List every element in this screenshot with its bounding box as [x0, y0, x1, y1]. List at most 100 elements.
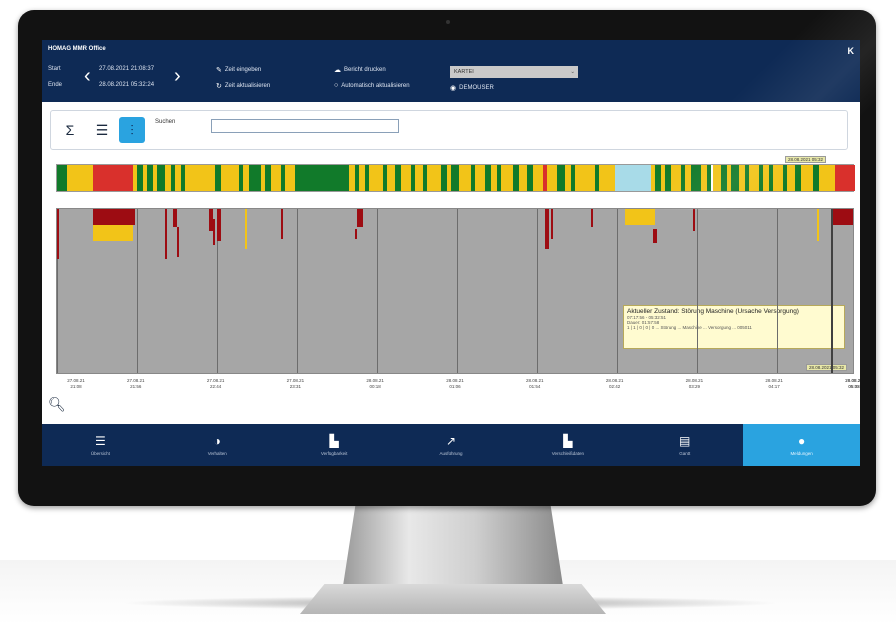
status-segment[interactable] — [157, 165, 165, 191]
status-segment[interactable] — [387, 165, 395, 191]
event-marker[interactable] — [355, 229, 357, 239]
event-marker[interactable] — [693, 209, 695, 231]
event-marker[interactable] — [625, 209, 655, 225]
status-segment[interactable] — [401, 165, 411, 191]
list-view-icon[interactable]: ☰ — [89, 117, 115, 143]
x-tick-label: 28.08.21 01:06 — [446, 378, 464, 389]
sum-icon[interactable]: Σ — [57, 117, 83, 143]
previous-period-icon[interactable]: ‹ — [84, 66, 91, 86]
status-segment[interactable] — [615, 165, 651, 191]
event-marker[interactable] — [551, 209, 553, 239]
toolbar: Σ ☰ ⫶ Suchen — [50, 110, 848, 150]
event-marker[interactable] — [57, 209, 59, 259]
print-report-button[interactable]: ☁ Bericht drucken — [334, 66, 386, 74]
nav-item-verhalten[interactable]: ◑ Verhalten — [159, 424, 276, 466]
gantt-icon: ▤ — [679, 434, 691, 448]
status-segment[interactable] — [459, 165, 471, 191]
event-marker[interactable] — [93, 209, 135, 225]
status-segment[interactable] — [67, 165, 93, 191]
nav-item-label: Verschleißdaten — [551, 451, 584, 456]
event-marker[interactable] — [217, 209, 221, 241]
x-tick-label: 28.08.21 00:18 — [366, 378, 384, 389]
nav-item-gantt[interactable]: ▤ Gantt — [626, 424, 743, 466]
radio-icon: ○ — [334, 82, 339, 89]
status-segment[interactable] — [501, 165, 513, 191]
nav-item-ausführung[interactable]: ↗ Ausführung — [393, 424, 510, 466]
nav-item-meldungen[interactable]: ● Meldungen — [743, 424, 860, 466]
status-segment[interactable] — [749, 165, 759, 191]
status-segment[interactable] — [671, 165, 681, 191]
bottom-nav: ☰ Übersicht ◑ Verhalten ▙ Verfügbarkeit ↗ Ausfü… — [42, 424, 860, 466]
nav-item-verschleißdaten[interactable]: ▙ Verschleißdaten — [509, 424, 626, 466]
event-marker[interactable] — [165, 209, 167, 259]
status-segment[interactable] — [713, 165, 721, 191]
print-report-label: Bericht drucken — [344, 67, 386, 73]
event-marker[interactable] — [245, 209, 247, 249]
status-segment[interactable] — [519, 165, 527, 191]
event-marker[interactable] — [177, 227, 179, 257]
event-marker[interactable] — [653, 229, 657, 243]
event-marker[interactable] — [213, 219, 215, 245]
nav-item-verfügbarkeit[interactable]: ▙ Verfügbarkeit — [276, 424, 393, 466]
status-segment[interactable] — [249, 165, 261, 191]
time-refresh-button[interactable]: ↻ Zeit aktualisieren — [216, 82, 270, 90]
status-segment[interactable] — [773, 165, 783, 191]
status-segment[interactable] — [835, 165, 855, 191]
status-segment[interactable] — [599, 165, 615, 191]
event-marker[interactable] — [357, 209, 363, 227]
status-segment[interactable] — [691, 165, 701, 191]
x-tick-label: 27.08.21 23:31 — [286, 378, 305, 389]
start-date: 27.08.2021 21:08:37 — [99, 66, 155, 72]
status-segment[interactable] — [57, 165, 67, 191]
pencil-icon: ✎ — [216, 67, 222, 74]
status-segment[interactable] — [427, 165, 441, 191]
status-segment[interactable] — [787, 165, 795, 191]
zoom-icon[interactable]: 🔍︎ — [48, 396, 66, 413]
kartei-select[interactable]: KARTEI ⌄ — [450, 66, 578, 78]
nav-item-übersicht[interactable]: ☰ Übersicht — [42, 424, 159, 466]
demo-user[interactable]: ◉ DEMOUSER — [450, 84, 494, 92]
search-input[interactable] — [211, 119, 399, 133]
status-segment[interactable] — [731, 165, 739, 191]
grid-line — [617, 209, 618, 373]
event-marker[interactable] — [817, 209, 819, 241]
status-segment[interactable] — [451, 165, 459, 191]
status-segment[interactable] — [575, 165, 595, 191]
event-marker[interactable] — [173, 209, 177, 227]
status-segment[interactable] — [93, 165, 133, 191]
status-segment[interactable] — [271, 165, 281, 191]
status-segment[interactable] — [369, 165, 383, 191]
status-segment[interactable] — [475, 165, 485, 191]
status-segment[interactable] — [801, 165, 813, 191]
next-period-icon[interactable]: › — [174, 66, 181, 86]
event-marker[interactable] — [591, 209, 593, 227]
time-refresh-label: Zeit aktualisieren — [224, 83, 271, 89]
time-enter-button[interactable]: ✎ Zeit eingeben — [216, 66, 261, 74]
status-segment[interactable] — [819, 165, 835, 191]
status-segment[interactable] — [285, 165, 295, 191]
event-marker[interactable] — [93, 225, 133, 241]
app-title: HOMAG MMR Office — [48, 46, 106, 52]
strip-timestamp: 28.08.2021 05:32 — [784, 156, 826, 163]
nav-item-label: Verfügbarkeit — [320, 451, 348, 456]
auto-refresh-toggle[interactable]: ○ Automatisch aktualisieren — [334, 82, 410, 89]
event-marker[interactable] — [833, 209, 853, 225]
status-segment[interactable] — [221, 165, 239, 191]
status-segment[interactable] — [547, 165, 557, 191]
x-tick-label: 27.08.21 21:08 — [67, 378, 85, 389]
status-segment[interactable] — [707, 165, 711, 191]
tooltip-title: Aktueller Zustand: Störung Maschine (Urs… — [627, 308, 799, 315]
list-icon: ☰ — [95, 434, 106, 448]
status-segment[interactable] — [185, 165, 215, 191]
x-axis: 27.08.21 21:08 27.08.21 21:56 27.08.21 22:… — [56, 378, 860, 398]
x-tick-label: 28.08.21 01:54 — [526, 378, 544, 389]
status-segment[interactable] — [557, 165, 565, 191]
status-segment[interactable] — [295, 165, 349, 191]
event-marker[interactable] — [545, 209, 549, 249]
event-marker[interactable] — [281, 209, 283, 239]
monitor-screen: HOMAG MMR Office Start Ende ‹ 27.08.2021… — [42, 40, 860, 466]
current-time-cursor[interactable] — [831, 209, 833, 373]
status-segment[interactable] — [533, 165, 543, 191]
gantt-view-icon[interactable]: ⫶ — [119, 117, 145, 143]
status-segment[interactable] — [415, 165, 423, 191]
